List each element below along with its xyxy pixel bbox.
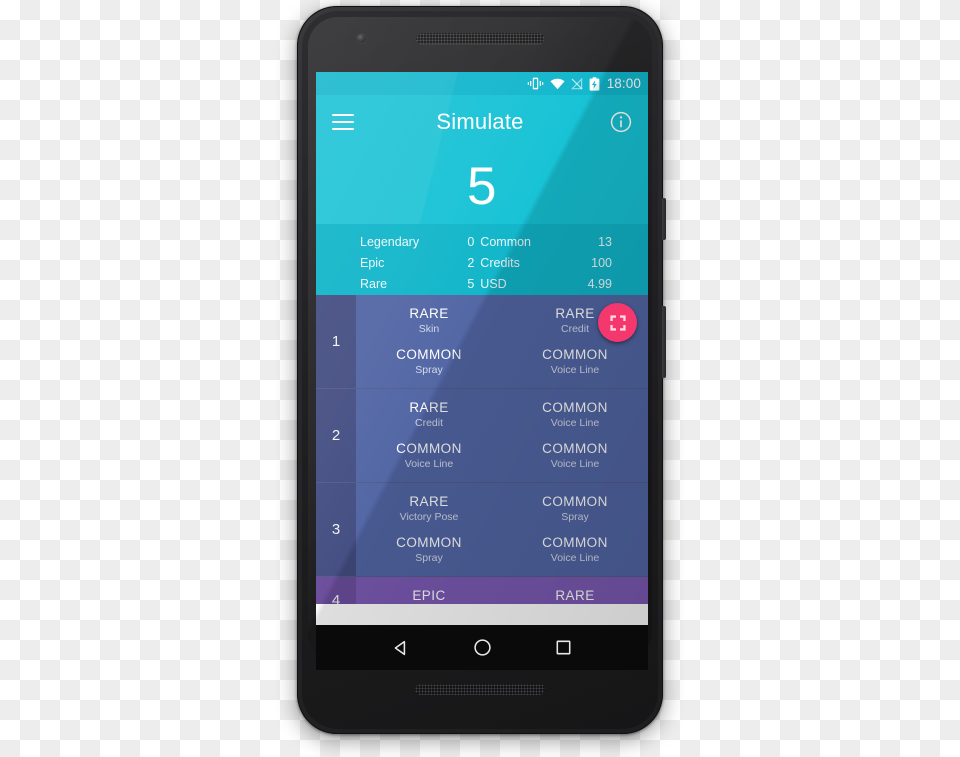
loot-cell: RARE Victory Pose: [356, 493, 502, 525]
loot-type: Voice Line: [550, 458, 600, 470]
loot-rarity: EPIC: [412, 588, 446, 603]
table-row[interactable]: 4 EPIC RARE: [316, 577, 648, 604]
loot-cell: COMMON Voice Line: [356, 440, 502, 472]
screenshot-stage: 18:00 Simulate 5 Legendary 0 Common 13 E…: [0, 0, 960, 757]
loot-rarity: COMMON: [542, 535, 608, 550]
loot-rarity: COMMON: [542, 441, 608, 456]
loot-cell: COMMON Voice Line: [502, 346, 648, 378]
row-index: 1: [316, 295, 356, 388]
stat-value: 4.99: [587, 277, 612, 291]
loot-rarity: COMMON: [396, 441, 462, 456]
loot-cell: COMMON Voice Line: [502, 440, 648, 472]
loot-rarity: COMMON: [542, 400, 608, 415]
stat-label: Legendary: [360, 235, 420, 249]
status-bar: 18:00: [316, 72, 648, 95]
phone-screen: 18:00 Simulate 5 Legendary 0 Common 13 E…: [316, 72, 648, 670]
row-index: 4: [316, 577, 356, 604]
loot-rarity: RARE: [409, 494, 449, 509]
info-icon[interactable]: [610, 111, 632, 133]
loot-cell: COMMON Voice Line: [502, 399, 648, 431]
stat-label: Rare: [360, 277, 388, 291]
table-row[interactable]: 2 RARE Credit COMMON Voice Line COMMON V: [316, 389, 648, 483]
loot-cell: RARE: [502, 587, 648, 604]
row-index: 3: [316, 483, 356, 576]
android-navigation-bar: [316, 625, 648, 670]
simulation-count-panel: 5: [316, 148, 648, 224]
fullscreen-expand-icon: [609, 314, 626, 331]
loot-cell: COMMON Spray: [356, 534, 502, 566]
fullscreen-fab-button[interactable]: [598, 303, 637, 342]
loot-type: Spray: [561, 511, 589, 523]
front-camera-icon: [357, 34, 366, 43]
vibrate-icon: [527, 77, 544, 90]
loot-type: Spray: [415, 552, 443, 564]
loot-cell: COMMON Spray: [502, 493, 648, 525]
row-items: EPIC RARE: [356, 577, 648, 604]
stat-label: Common: [480, 235, 532, 249]
simulation-count-value: 5: [467, 156, 497, 216]
row-index: 2: [316, 389, 356, 482]
loot-cell: RARE Skin: [356, 305, 502, 337]
loot-type: Voice Line: [550, 417, 600, 429]
loot-rarity: COMMON: [396, 535, 462, 550]
status-bar-icons: [527, 76, 600, 91]
loot-type: Voice Line: [404, 458, 454, 470]
loot-rarity: RARE: [409, 400, 449, 415]
loot-rarity: RARE: [409, 306, 449, 321]
table-row[interactable]: 1 RARE Skin RARE Credit COMMON Spray COM…: [316, 295, 648, 389]
stat-value: 13: [598, 235, 612, 249]
bottom-speaker-grille: [415, 684, 545, 695]
table-row[interactable]: 3 RARE Victory Pose COMMON Spray COMMON: [316, 483, 648, 577]
phone-device-frame: 18:00 Simulate 5 Legendary 0 Common 13 E…: [297, 6, 666, 734]
stat-value: 100: [591, 256, 612, 270]
stat-label: USD: [480, 277, 507, 291]
loot-type: Voice Line: [550, 364, 600, 376]
loot-type: Voice Line: [550, 552, 600, 564]
loot-rarity: COMMON: [396, 347, 462, 362]
row-items: RARE Victory Pose COMMON Spray COMMON Sp…: [356, 483, 648, 576]
loot-cell: EPIC: [356, 587, 502, 604]
loot-rarity: RARE: [555, 588, 595, 603]
loot-rarity: COMMON: [542, 494, 608, 509]
power-button[interactable]: [662, 198, 666, 240]
stats-panel: Legendary 0 Common 13 Epic 2 Credits 100…: [316, 224, 648, 295]
earpiece-speaker: [416, 33, 544, 44]
nav-recents-button[interactable]: [555, 639, 572, 656]
loot-cell: COMMON Voice Line: [502, 534, 648, 566]
home-circle-icon: [474, 639, 491, 656]
loot-type: Victory Pose: [399, 511, 459, 523]
battery-charging-icon: [589, 76, 600, 91]
stat-label: Epic: [360, 256, 385, 270]
loot-type: Credit: [414, 417, 443, 429]
results-list[interactable]: 1 RARE Skin RARE Credit COMMON Spray COM…: [316, 295, 648, 604]
nav-home-button[interactable]: [473, 638, 492, 657]
app-bar: Simulate: [316, 95, 648, 148]
loot-cell: COMMON Spray: [356, 346, 502, 378]
loot-type: Spray: [415, 364, 443, 376]
back-triangle-icon: [394, 640, 405, 655]
row-items: RARE Credit COMMON Voice Line COMMON Voi…: [356, 389, 648, 482]
wifi-icon: [550, 78, 565, 89]
stat-value: 5: [467, 277, 475, 291]
recents-square-icon: [556, 640, 571, 655]
status-bar-clock: 18:00: [606, 76, 641, 91]
stat-label: Credits: [480, 256, 520, 270]
stat-value: 0: [467, 235, 475, 249]
no-signal-icon: [570, 77, 583, 89]
volume-button[interactable]: [662, 306, 666, 378]
nav-back-button[interactable]: [392, 639, 410, 657]
stat-value: 2: [467, 256, 475, 270]
page-title: Simulate: [436, 108, 524, 134]
loot-type: Skin: [418, 323, 440, 335]
loot-rarity: COMMON: [542, 347, 608, 362]
loot-cell: RARE Credit: [356, 399, 502, 431]
